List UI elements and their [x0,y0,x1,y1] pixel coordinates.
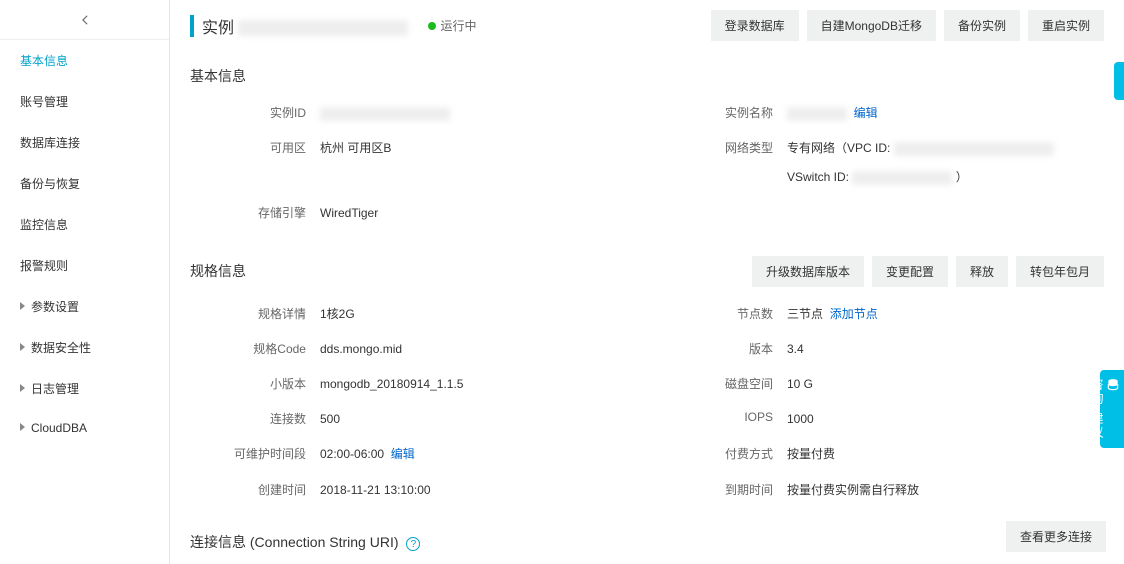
version-label: 版本 [657,340,787,357]
main-content: 实例 运行中 登录数据库 自建MongoDB迁移 备份实例 重启实例 基本信息 … [170,0,1124,564]
edit-maint-link[interactable]: 编辑 [391,447,415,461]
sidebar-item-7[interactable]: 数据安全性 [0,327,169,368]
spec-detail-label: 规格详情 [190,305,320,322]
connections-label: 连接数 [190,410,320,427]
spec-code-label: 规格Code [190,340,320,357]
switch-billing-button[interactable]: 转包年包月 [1016,256,1104,287]
header-accent-bar [190,15,194,37]
zone-label: 可用区 [190,139,320,156]
billing-value: 按量付费 [787,445,1104,464]
billing-label: 付费方式 [657,445,787,462]
storage-engine-value: WiredTiger [320,204,637,223]
disk-value: 10 G [787,375,1104,394]
expire-value: 按量付费实例需自行释放 [787,481,1104,500]
iops-value: 1000 [787,410,1104,429]
database-icon [1106,378,1120,392]
create-time-value: 2018-11-21 13:10:00 [320,481,637,500]
sidebar-item-0[interactable]: 基本信息 [0,40,169,81]
edit-name-link[interactable]: 编辑 [854,106,878,120]
expire-label: 到期时间 [657,481,787,498]
add-node-link[interactable]: 添加节点 [830,307,878,321]
restart-button[interactable]: 重启实例 [1028,10,1104,41]
sidebar: 基本信息账号管理数据库连接备份与恢复监控信息报警规则参数设置数据安全性日志管理C… [0,0,170,564]
page-title: 实例 [202,14,408,38]
spec-info-title: 规格信息 [190,261,246,281]
basic-info-title: 基本信息 [190,66,246,86]
zone-value: 杭州 可用区B [320,139,637,158]
storage-engine-label: 存储引擎 [190,204,320,221]
spec-code-value: dds.mongo.mid [320,340,637,359]
instance-name-value: 编辑 [787,104,1104,123]
sidebar-item-3[interactable]: 备份与恢复 [0,163,169,204]
status-dot-icon [428,22,436,30]
instance-name-label: 实例名称 [657,104,787,121]
backup-button[interactable]: 备份实例 [944,10,1020,41]
network-type-label: 网络类型 [657,139,787,156]
sidebar-item-8[interactable]: 日志管理 [0,368,169,409]
status-text: 运行中 [440,17,476,34]
help-icon[interactable]: ? [406,537,420,551]
feedback-tab[interactable]: 咨询·建议 [1100,370,1124,448]
maint-window-value: 02:00-06:00 编辑 [320,445,637,464]
connection-info-title: 连接信息 (Connection String URI) ? [190,532,420,552]
nodes-label: 节点数 [657,305,787,322]
release-button[interactable]: 释放 [956,256,1008,287]
back-button[interactable] [0,0,169,40]
side-drawer-handle[interactable] [1114,62,1124,100]
spec-info-section: 规格信息 升级数据库版本 变更配置 释放 转包年包月 规格详情1核2G 规格Co… [170,242,1124,518]
sidebar-item-4[interactable]: 监控信息 [0,204,169,245]
sidebar-item-6[interactable]: 参数设置 [0,286,169,327]
instance-name-redacted [238,20,408,36]
nodes-value: 三节点 添加节点 [787,305,1104,324]
instance-id-label: 实例ID [190,104,320,121]
connections-value: 500 [320,410,637,429]
self-migrate-button[interactable]: 自建MongoDB迁移 [807,10,936,41]
view-more-connections-button[interactable]: 查看更多连接 [1006,521,1106,552]
basic-info-section: 基本信息 实例ID 可用区 杭州 可用区B 存储引擎 WiredTiger [170,52,1124,242]
iops-label: IOPS [657,410,787,424]
spec-detail-value: 1核2G [320,305,637,324]
version-value: 3.4 [787,340,1104,359]
chevron-left-icon [78,13,92,27]
sidebar-item-5[interactable]: 报警规则 [0,245,169,286]
login-db-button[interactable]: 登录数据库 [711,10,799,41]
page-header: 实例 运行中 登录数据库 自建MongoDB迁移 备份实例 重启实例 [170,0,1124,52]
minor-version-value: mongodb_20180914_1.1.5 [320,375,637,394]
change-config-button[interactable]: 变更配置 [872,256,948,287]
instance-id-value [320,104,637,123]
sidebar-item-1[interactable]: 账号管理 [0,81,169,122]
upgrade-db-button[interactable]: 升级数据库版本 [752,256,864,287]
sidebar-item-9[interactable]: CloudDBA [0,409,169,447]
sidebar-item-2[interactable]: 数据库连接 [0,122,169,163]
minor-version-label: 小版本 [190,375,320,392]
connection-info-section: 连接信息 (Connection String URI) ? [170,518,1124,564]
create-time-label: 创建时间 [190,481,320,498]
header-actions: 登录数据库 自建MongoDB迁移 备份实例 重启实例 [711,10,1104,41]
maint-window-label: 可维护时间段 [190,445,320,462]
network-type-value: 专有网络（VPC ID: VSwitch ID: ） [787,139,1104,187]
disk-label: 磁盘空间 [657,375,787,392]
